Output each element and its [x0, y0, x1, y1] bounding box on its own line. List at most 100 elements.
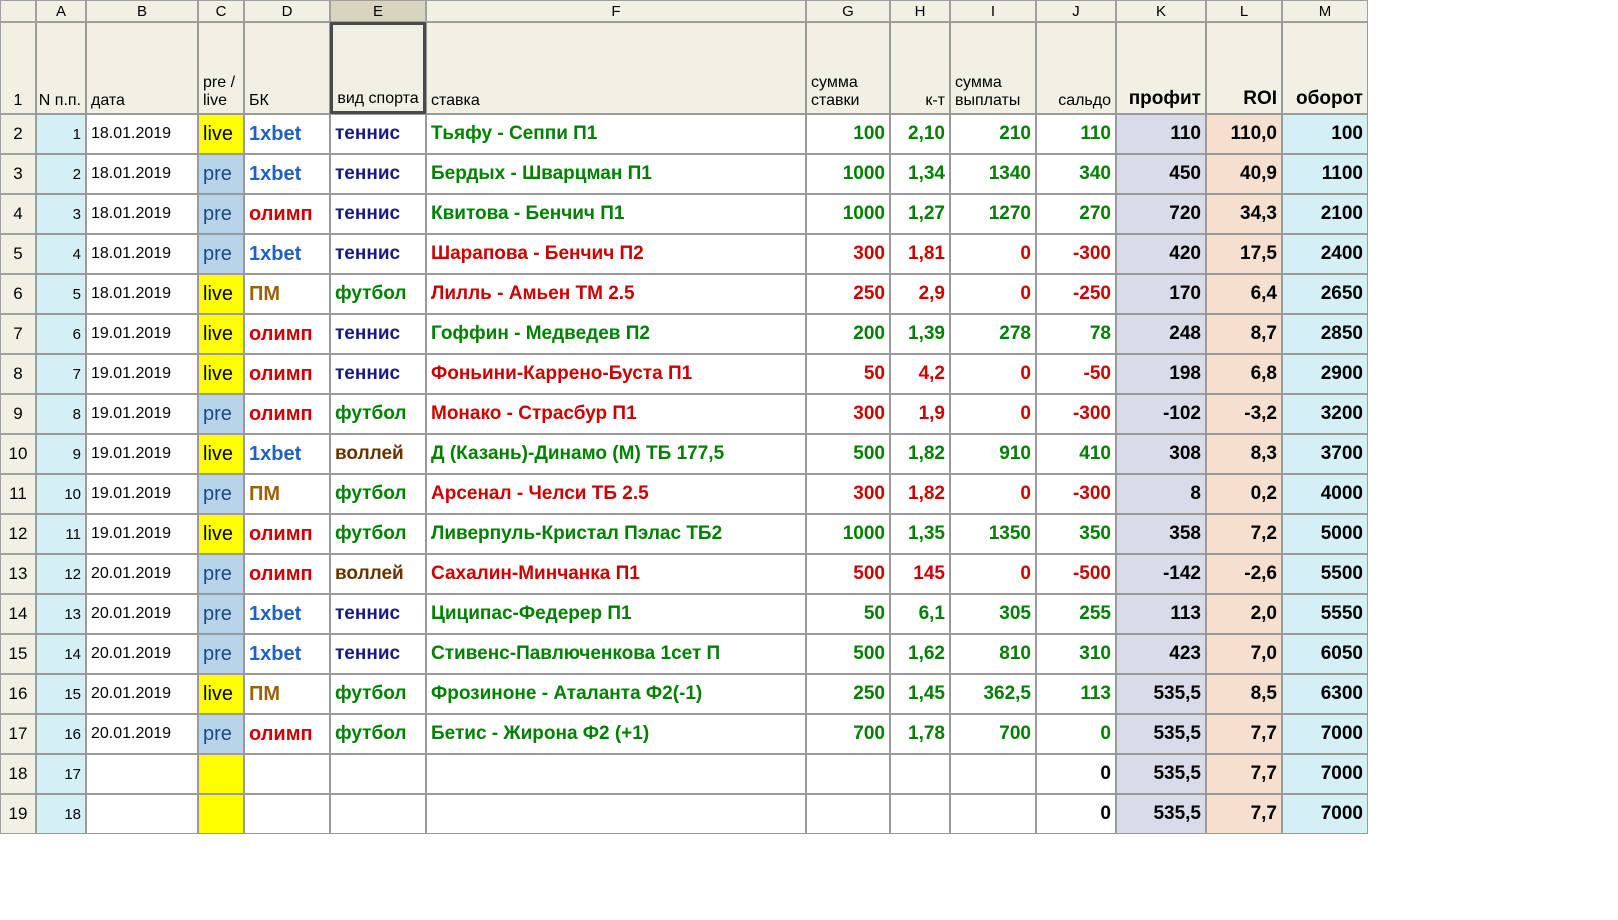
cell-sum[interactable]: 250 — [806, 274, 890, 314]
row-header-18[interactable]: 18 — [0, 754, 36, 794]
cell-profit[interactable]: 113 — [1116, 594, 1206, 634]
cell-bk[interactable]: 1xbet — [244, 114, 330, 154]
cell-empty[interactable] — [86, 794, 198, 834]
cell-profit[interactable]: 358 — [1116, 514, 1206, 554]
cell-turn[interactable]: 100 — [1282, 114, 1368, 154]
cell-sport[interactable]: футбол — [330, 514, 426, 554]
cell-bet[interactable]: Фрозиноне - Аталанта Ф2(-1) — [426, 674, 806, 714]
cell-bk[interactable]: 1xbet — [244, 234, 330, 274]
cell-date[interactable]: 20.01.2019 — [86, 594, 198, 634]
cell-saldo[interactable]: 255 — [1036, 594, 1116, 634]
cell-profit[interactable]: 535,5 — [1116, 714, 1206, 754]
cell-empty[interactable] — [244, 794, 330, 834]
cell-saldo[interactable]: 78 — [1036, 314, 1116, 354]
cell-bk[interactable]: 1xbet — [244, 634, 330, 674]
row-header-5[interactable]: 5 — [0, 234, 36, 274]
cell-roi[interactable]: 8,7 — [1206, 314, 1282, 354]
cell-empty[interactable] — [890, 754, 950, 794]
cell-empty[interactable] — [426, 754, 806, 794]
cell-kt[interactable]: 1,39 — [890, 314, 950, 354]
cell-sport[interactable]: теннис — [330, 234, 426, 274]
cell-bk[interactable]: 1xbet — [244, 154, 330, 194]
cell-sum[interactable]: 250 — [806, 674, 890, 714]
column-header-D[interactable]: D — [244, 0, 330, 22]
cell-roi[interactable]: 7,7 — [1206, 754, 1282, 794]
cell-sum[interactable]: 1000 — [806, 514, 890, 554]
cell-profit[interactable]: 535,5 — [1116, 794, 1206, 834]
cell-turn[interactable]: 7000 — [1282, 794, 1368, 834]
cell-n[interactable]: 14 — [36, 634, 86, 674]
cell-mode[interactable]: pre — [198, 194, 244, 234]
cell-date[interactable]: 18.01.2019 — [86, 274, 198, 314]
cell-sport[interactable]: теннис — [330, 114, 426, 154]
row-header-9[interactable]: 9 — [0, 394, 36, 434]
cell-pay[interactable]: 0 — [950, 274, 1036, 314]
cell-bet[interactable]: Шарапова - Бенчич П2 — [426, 234, 806, 274]
cell-mode[interactable]: live — [198, 274, 244, 314]
cell-roi[interactable]: 6,4 — [1206, 274, 1282, 314]
column-header-A[interactable]: A — [36, 0, 86, 22]
cell-turn[interactable]: 2650 — [1282, 274, 1368, 314]
cell-empty[interactable] — [244, 754, 330, 794]
cell-sport[interactable]: воллей — [330, 554, 426, 594]
cell-mode[interactable]: live — [198, 114, 244, 154]
cell-kt[interactable]: 1,45 — [890, 674, 950, 714]
cell-profit[interactable]: 170 — [1116, 274, 1206, 314]
cell-bet[interactable]: Тьяфу - Сеппи П1 — [426, 114, 806, 154]
cell-profit[interactable]: 450 — [1116, 154, 1206, 194]
cell-n[interactable]: 16 — [36, 714, 86, 754]
cell-mode[interactable]: live — [198, 354, 244, 394]
cell-roi[interactable]: 7,7 — [1206, 794, 1282, 834]
column-header-M[interactable]: M — [1282, 0, 1368, 22]
cell-kt[interactable]: 1,81 — [890, 234, 950, 274]
corner-cell[interactable] — [0, 0, 36, 22]
cell-saldo[interactable]: -300 — [1036, 234, 1116, 274]
column-header-J[interactable]: J — [1036, 0, 1116, 22]
cell-n[interactable]: 3 — [36, 194, 86, 234]
cell-empty[interactable] — [890, 794, 950, 834]
cell-roi[interactable]: 8,5 — [1206, 674, 1282, 714]
cell-turn[interactable]: 6050 — [1282, 634, 1368, 674]
column-header-K[interactable]: K — [1116, 0, 1206, 22]
cell-sport[interactable]: теннис — [330, 594, 426, 634]
cell-bet[interactable]: Лилль - Амьен ТМ 2.5 — [426, 274, 806, 314]
header-J[interactable]: сальдо — [1036, 22, 1116, 114]
cell-sum[interactable]: 50 — [806, 594, 890, 634]
cell-saldo[interactable]: 0 — [1036, 754, 1116, 794]
cell-bk[interactable]: олимп — [244, 354, 330, 394]
cell-date[interactable]: 20.01.2019 — [86, 674, 198, 714]
cell-n[interactable]: 5 — [36, 274, 86, 314]
cell-date[interactable]: 20.01.2019 — [86, 634, 198, 674]
cell-n[interactable]: 15 — [36, 674, 86, 714]
cell-kt[interactable]: 1,9 — [890, 394, 950, 434]
cell-pay[interactable]: 910 — [950, 434, 1036, 474]
cell-roi[interactable]: 7,0 — [1206, 634, 1282, 674]
cell-mode[interactable]: live — [198, 314, 244, 354]
cell-saldo[interactable]: 0 — [1036, 794, 1116, 834]
cell-kt[interactable]: 1,27 — [890, 194, 950, 234]
row-header-3[interactable]: 3 — [0, 154, 36, 194]
header-E[interactable]: вид спорта — [330, 22, 426, 114]
cell-empty[interactable] — [806, 754, 890, 794]
cell-empty[interactable] — [198, 794, 244, 834]
cell-pay[interactable]: 0 — [950, 474, 1036, 514]
cell-pay[interactable]: 1350 — [950, 514, 1036, 554]
cell-n[interactable]: 17 — [36, 754, 86, 794]
row-header-19[interactable]: 19 — [0, 794, 36, 834]
cell-date[interactable]: 19.01.2019 — [86, 314, 198, 354]
cell-bk[interactable]: олимп — [244, 554, 330, 594]
cell-kt[interactable]: 2,10 — [890, 114, 950, 154]
cell-sport[interactable]: теннис — [330, 314, 426, 354]
cell-saldo[interactable]: 113 — [1036, 674, 1116, 714]
column-header-B[interactable]: B — [86, 0, 198, 22]
cell-bk[interactable]: 1xbet — [244, 594, 330, 634]
cell-turn[interactable]: 7000 — [1282, 754, 1368, 794]
cell-empty[interactable] — [806, 794, 890, 834]
cell-sum[interactable]: 100 — [806, 114, 890, 154]
cell-pay[interactable]: 305 — [950, 594, 1036, 634]
cell-profit[interactable]: 110 — [1116, 114, 1206, 154]
cell-saldo[interactable]: -250 — [1036, 274, 1116, 314]
cell-turn[interactable]: 6300 — [1282, 674, 1368, 714]
row-header-15[interactable]: 15 — [0, 634, 36, 674]
cell-bet[interactable]: Циципас-Федерер П1 — [426, 594, 806, 634]
